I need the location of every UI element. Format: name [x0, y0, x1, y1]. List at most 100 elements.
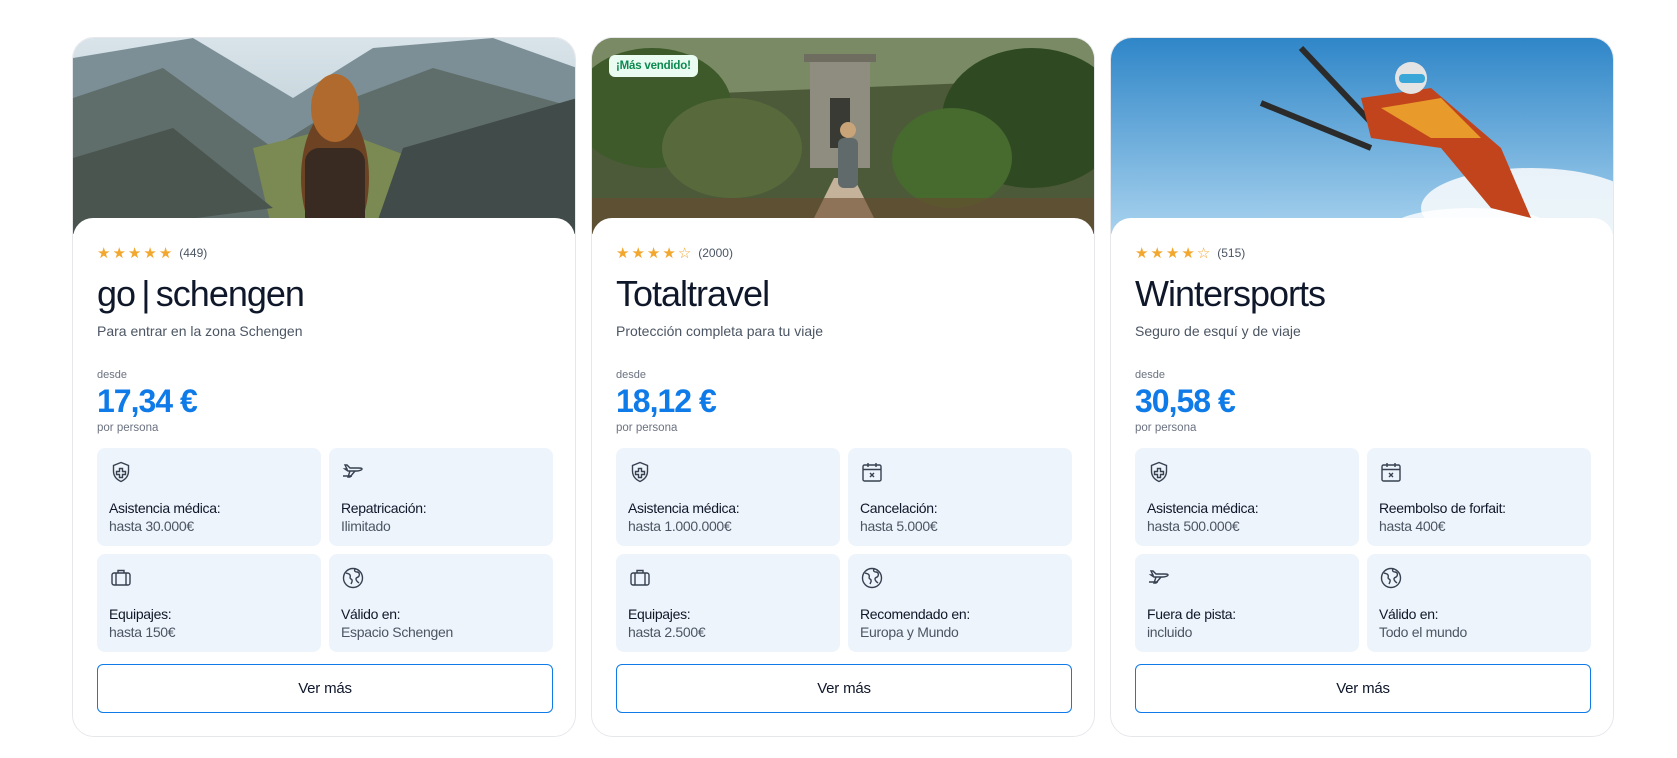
feature-title: Asistencia médica:: [1147, 500, 1259, 516]
features-grid: Asistencia médica: hasta 500.000€ Reembo…: [1135, 448, 1591, 652]
card-body: ★ ★ ★ ★ ★ (449) go | schengen Para entra…: [73, 218, 575, 736]
price-from-label: desde: [1135, 369, 1165, 381]
rating: ★ ★ ★ ★ ☆ (515): [1135, 244, 1589, 262]
feature-repatriation: Repatricación: Ilimitado: [329, 448, 553, 546]
star-icon: ★: [662, 244, 676, 262]
feature-value: Ilimitado: [341, 518, 391, 534]
feature-title: Reembolso de forfait:: [1379, 500, 1506, 516]
product-subtitle: Protección completa para tu viaje: [616, 323, 823, 339]
feature-title: Válido en:: [341, 606, 401, 622]
insurance-card-totaltravel: ¡Más vendido! ★ ★ ★ ★ ☆ (2000) Totaltrav…: [591, 37, 1095, 737]
features-grid: Asistencia médica: hasta 1.000.000€ Canc…: [616, 448, 1072, 652]
price-per-label: por persona: [616, 422, 678, 434]
luggage-icon: [111, 569, 131, 586]
ver-mas-button[interactable]: Ver más: [1135, 664, 1591, 713]
feature-title: Válido en:: [1379, 606, 1439, 622]
best-seller-badge: ¡Más vendido!: [609, 55, 698, 77]
product-subtitle: Para entrar en la zona Schengen: [97, 323, 303, 339]
medical-shield-icon: [631, 461, 649, 483]
feature-title: Fuera de pista:: [1147, 606, 1236, 622]
star-icon: ★: [646, 244, 661, 262]
feature-luggage: Equipajes: hasta 2.500€: [616, 554, 840, 652]
ver-mas-button[interactable]: Ver más: [616, 664, 1072, 713]
rating: ★ ★ ★ ★ ★ (449): [97, 244, 551, 262]
luggage-icon: [630, 569, 650, 586]
feature-medical: Asistencia médica: hasta 30.000€: [97, 448, 321, 546]
product-title: Wintersports: [1135, 273, 1326, 314]
star-icon: ★: [631, 244, 645, 262]
star-outline-icon: ☆: [1196, 244, 1211, 262]
card-hero-image: ¡Más vendido!: [592, 38, 1094, 234]
feature-title: Equipajes:: [628, 606, 691, 622]
star-icon: ★: [112, 244, 126, 262]
price: 30,58 €: [1135, 383, 1236, 419]
feature-medical: Asistencia médica: hasta 500.000€: [1135, 448, 1359, 546]
feature-title: Equipajes:: [109, 606, 172, 622]
features-grid: Asistencia médica: hasta 30.000€ Repatri…: [97, 448, 553, 652]
star-icon: ★: [1150, 244, 1164, 262]
feature-title: Asistencia médica:: [628, 500, 740, 516]
feature-value: hasta 2.500€: [628, 624, 706, 640]
price-per-label: por persona: [1135, 422, 1197, 434]
card-hero-image: [1111, 38, 1613, 234]
card-hero-image: [73, 38, 575, 234]
feature-title: Repatricación:: [341, 500, 427, 516]
feature-valid-in: Válido en: Espacio Schengen: [329, 554, 553, 652]
feature-recommended-in: Recomendado en: Europa y Mundo: [848, 554, 1072, 652]
feature-value: Todo el mundo: [1379, 624, 1467, 640]
feature-value: incluido: [1147, 624, 1193, 640]
feature-value: hasta 500.000€: [1147, 518, 1240, 534]
feature-forfait-refund: Reembolso de forfait: hasta 400€: [1367, 448, 1591, 546]
feature-value: hasta 5.000€: [860, 518, 938, 534]
insurance-cards: ★ ★ ★ ★ ★ (449) go | schengen Para entra…: [72, 37, 1614, 737]
product-title: Totaltravel: [616, 273, 770, 314]
product-subtitle: Seguro de esquí y de viaje: [1135, 323, 1301, 339]
feature-value: hasta 400€: [1379, 518, 1446, 534]
star-icon: ★: [1135, 244, 1149, 262]
globe-icon: [342, 567, 364, 589]
rating-count: (2000): [698, 246, 733, 260]
medical-shield-icon: [112, 461, 130, 483]
star-icon: ★: [1181, 244, 1195, 262]
star-icon: ★: [127, 244, 142, 262]
price-per-label: por persona: [97, 422, 159, 434]
feature-off-piste: Fuera de pista: incluido: [1135, 554, 1359, 652]
product-title: go | schengen: [97, 273, 305, 314]
airplane-icon: [1148, 570, 1169, 584]
insurance-card-goschengen: ★ ★ ★ ★ ★ (449) go | schengen Para entra…: [72, 37, 576, 737]
star-icon: ★: [616, 244, 630, 262]
globe-icon: [861, 567, 883, 589]
feature-value: hasta 150€: [109, 624, 176, 640]
globe-icon: [1380, 567, 1402, 589]
star-icon: ★: [158, 244, 173, 262]
rating-count: (515): [1217, 246, 1246, 260]
star-outline-icon: ☆: [677, 244, 692, 262]
airplane-icon: [342, 464, 363, 478]
price: 18,12 €: [616, 383, 717, 419]
feature-value: hasta 30.000€: [109, 518, 194, 534]
price-from-label: desde: [616, 369, 646, 381]
price: 17,34 €: [97, 383, 198, 419]
calendar-cancel-icon: [1381, 463, 1401, 482]
feature-title: Asistencia médica:: [109, 500, 221, 516]
feature-title: Recomendado en:: [860, 606, 970, 622]
feature-value: hasta 1.000.000€: [628, 518, 732, 534]
feature-value: Europa y Mundo: [860, 624, 959, 640]
star-icon: ★: [97, 244, 111, 262]
feature-title: Cancelación:: [860, 500, 938, 516]
star-icon: ★: [143, 244, 157, 262]
medical-shield-icon: [1150, 461, 1168, 483]
feature-cancellation: Cancelación: hasta 5.000€: [848, 448, 1072, 546]
price-from-label: desde: [97, 369, 127, 381]
feature-luggage: Equipajes: hasta 150€: [97, 554, 321, 652]
star-icon: ★: [1165, 244, 1180, 262]
insurance-card-wintersports: ★ ★ ★ ★ ☆ (515) Wintersports Seguro de e…: [1110, 37, 1614, 737]
feature-medical: Asistencia médica: hasta 1.000.000€: [616, 448, 840, 546]
calendar-cancel-icon: [862, 463, 882, 482]
rating: ★ ★ ★ ★ ☆ (2000): [616, 244, 1070, 262]
card-body: ★ ★ ★ ★ ☆ (515) Wintersports Seguro de e…: [1111, 218, 1613, 736]
card-body: ★ ★ ★ ★ ☆ (2000) Totaltravel Protección …: [592, 218, 1094, 736]
rating-count: (449): [179, 246, 208, 260]
ver-mas-button[interactable]: Ver más: [97, 664, 553, 713]
feature-value: Espacio Schengen: [341, 624, 453, 640]
